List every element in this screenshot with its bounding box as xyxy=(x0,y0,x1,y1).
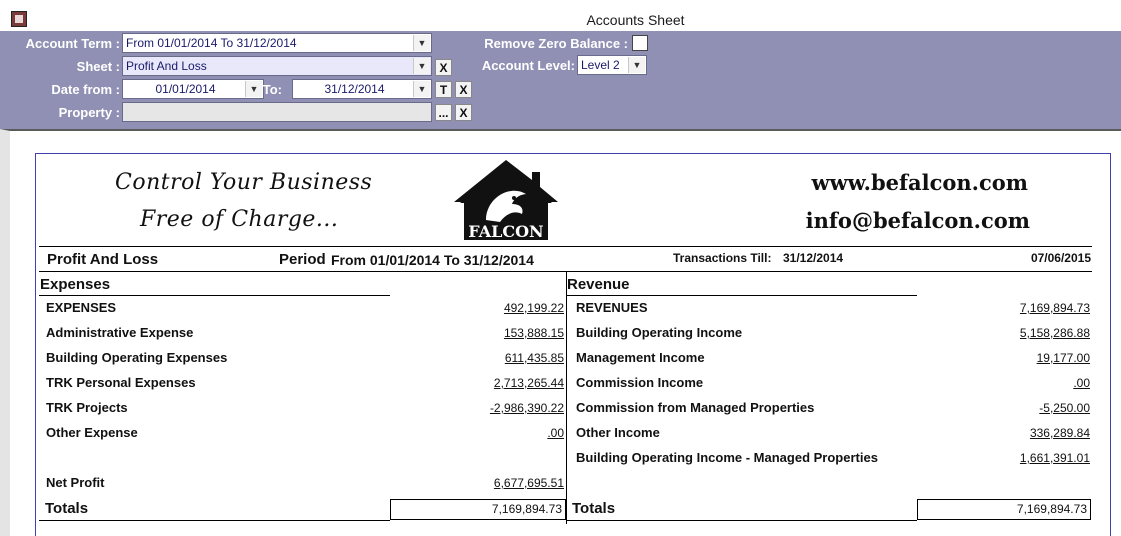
expense-row-label: EXPENSES xyxy=(46,300,117,315)
revenue-row-amount[interactable]: .00 xyxy=(950,376,1090,390)
transactions-label: Transactions Till: xyxy=(673,251,772,265)
revenue-row-label: REVENUES xyxy=(576,300,648,315)
revenue-row-amount[interactable]: 5,158,286.88 xyxy=(950,326,1090,340)
chevron-down-icon[interactable]: ▼ xyxy=(413,81,430,97)
revenue-row-amount[interactable]: 1,661,391.01 xyxy=(950,451,1090,465)
today-button[interactable]: T xyxy=(435,81,452,98)
chevron-down-icon[interactable]: ▼ xyxy=(413,35,430,51)
date-to-value: 31/12/2014 xyxy=(324,82,385,96)
report-date: 07/06/2015 xyxy=(1030,251,1091,265)
property-label: Property : xyxy=(58,105,120,120)
transactions-value: 31/12/2014 xyxy=(783,251,844,265)
remove-zero-balance-label: Remove Zero Balance : xyxy=(484,36,628,51)
expenses-totals-label: Totals xyxy=(45,500,89,517)
expenses-totals-underline xyxy=(39,520,390,521)
expense-row-amount[interactable]: 2,713,265.44 xyxy=(430,376,564,390)
sheet-value: Profit And Loss xyxy=(126,59,207,73)
remove-zero-balance-checkbox[interactable] xyxy=(632,35,648,51)
column-divider xyxy=(566,272,567,524)
slogan-line-1: Control Your Business xyxy=(115,170,373,195)
date-to-label: To: xyxy=(262,82,282,97)
revenue-row-label: Building Operating Income xyxy=(576,325,743,340)
net-profit-label: Net Profit xyxy=(46,475,105,490)
date-from-label: Date from : xyxy=(51,82,120,97)
revenue-row-label: Other Income xyxy=(576,425,660,440)
account-term-label: Account Term : xyxy=(25,36,120,51)
slogan-line-2: Free of Charge... xyxy=(140,207,339,232)
account-level-label: Account Level: xyxy=(481,58,575,73)
logo-text: FALCON xyxy=(468,222,543,241)
expense-row-label: Building Operating Expenses xyxy=(46,350,228,365)
property-field[interactable] xyxy=(122,102,432,122)
sheet-select[interactable]: Profit And Loss ▼ xyxy=(122,56,432,76)
revenue-row-amount[interactable]: 19,177.00 xyxy=(950,351,1090,365)
period-label: Period xyxy=(279,251,326,268)
account-term-select[interactable]: From 01/01/2014 To 31/12/2014 ▼ xyxy=(122,33,432,53)
date-to-field[interactable]: 31/12/2014 ▼ xyxy=(292,79,432,99)
property-clear-button[interactable]: X xyxy=(455,104,472,121)
website-text: www.befalcon.com xyxy=(811,170,1028,195)
account-level-value: Level 2 xyxy=(581,58,620,72)
expense-row-amount[interactable]: -2,986,390.22 xyxy=(430,401,564,415)
sheet-label: Sheet : xyxy=(76,59,120,74)
period-value: From 01/01/2014 To 31/12/2014 xyxy=(331,252,534,268)
expense-row-label: Other Expense xyxy=(46,425,138,440)
revenue-row-amount[interactable]: -5,250.00 xyxy=(950,401,1090,415)
revenue-totals-underline xyxy=(567,520,917,521)
sheet-clear-button[interactable]: X xyxy=(435,59,452,76)
revenue-totals-label: Totals xyxy=(572,500,616,517)
revenue-row-label: Building Operating Income - Managed Prop… xyxy=(576,450,878,465)
revenue-header: Revenue xyxy=(567,276,630,293)
revenue-totals-amount: 7,169,894.73 xyxy=(917,499,1091,520)
revenue-row-label: Commission from Managed Properties xyxy=(576,400,815,415)
expense-row-amount[interactable]: 611,435.85 xyxy=(430,351,564,365)
expense-row-label: TRK Projects xyxy=(46,400,128,415)
revenue-row-amount[interactable]: 7,169,894.73 xyxy=(950,301,1090,315)
revenue-row-label: Commission Income xyxy=(576,375,704,390)
revenue-row-amount[interactable]: 336,289.84 xyxy=(950,426,1090,440)
date-clear-button[interactable]: X xyxy=(455,81,472,98)
header-divider xyxy=(39,246,1092,247)
chevron-down-icon[interactable]: ▼ xyxy=(413,58,430,74)
account-term-value: From 01/01/2014 To 31/12/2014 xyxy=(126,36,297,50)
expenses-header: Expenses xyxy=(40,276,111,293)
expense-row-amount[interactable]: 153,888.15 xyxy=(430,326,564,340)
revenue-row-label: Management Income xyxy=(576,350,705,365)
expense-row-label: TRK Personal Expenses xyxy=(46,375,196,390)
account-level-select[interactable]: Level 2 ▼ xyxy=(577,55,647,75)
expense-row-amount[interactable]: 492,199.22 xyxy=(430,301,564,315)
window-title: Accounts Sheet xyxy=(586,12,685,28)
falcon-logo: FALCON xyxy=(454,160,558,241)
expense-row-label: Administrative Expense xyxy=(46,325,194,340)
expense-row-amount[interactable]: .00 xyxy=(430,426,564,440)
title-bar: Accounts Sheet xyxy=(0,0,1121,32)
report-sheet-title: Profit And Loss xyxy=(47,251,159,268)
net-profit-amount[interactable]: 6,677,695.51 xyxy=(430,476,564,490)
property-browse-button[interactable]: ... xyxy=(435,104,452,121)
expenses-header-underline xyxy=(39,295,390,296)
chevron-down-icon[interactable]: ▼ xyxy=(628,57,645,73)
revenue-header-underline xyxy=(567,295,917,296)
expenses-totals-amount: 7,169,894.73 xyxy=(390,499,566,520)
email-text: info@befalcon.com xyxy=(805,208,1030,233)
